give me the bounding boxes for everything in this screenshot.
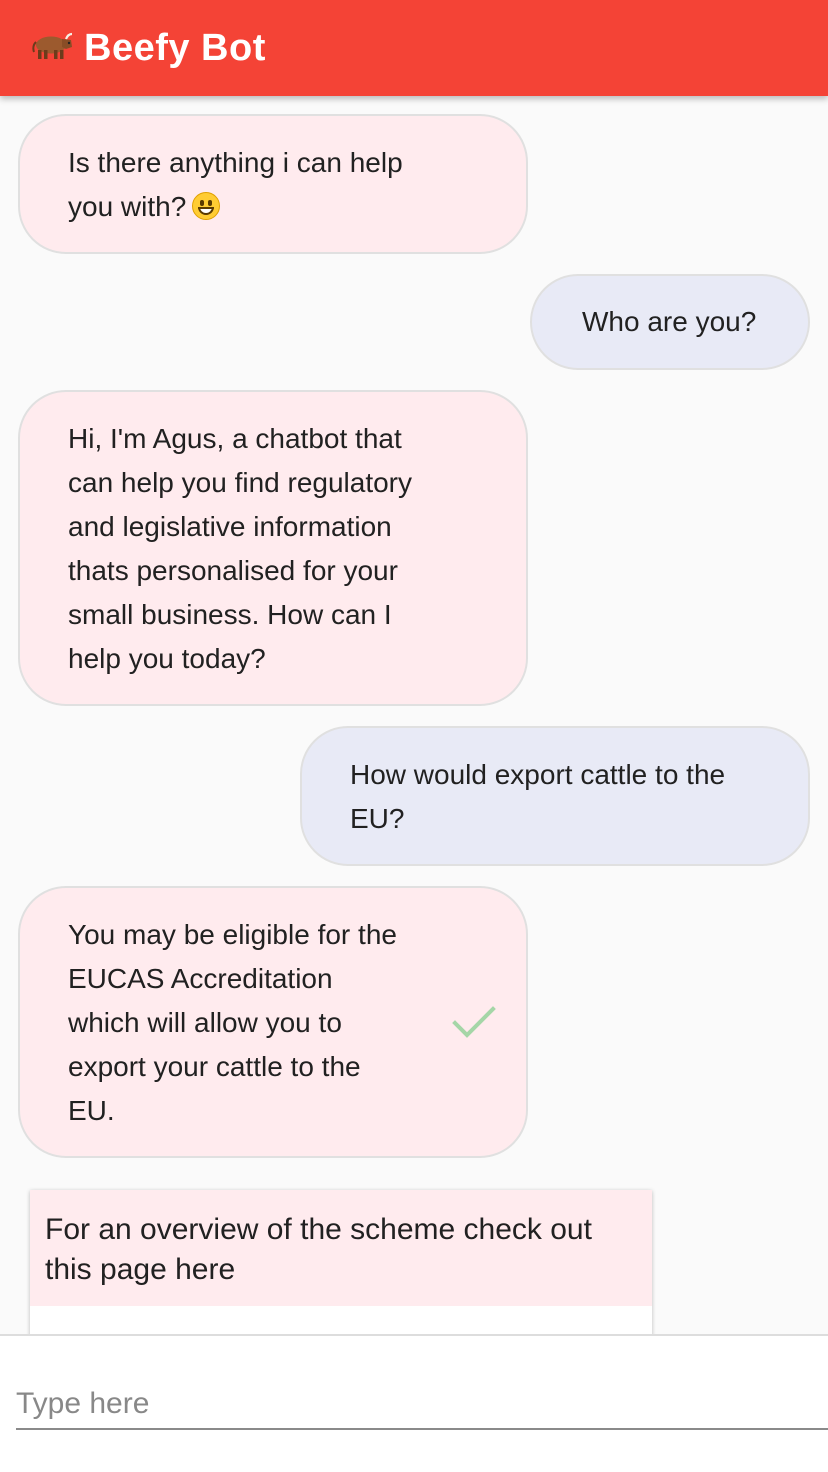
- check-icon: [452, 1005, 496, 1039]
- link-card-text: For an overview of the scheme check out …: [30, 1190, 652, 1306]
- app-title: Beefy Bot: [32, 24, 266, 72]
- message-line: which will allow you to: [68, 1007, 342, 1038]
- message-line: help you today?: [68, 643, 266, 674]
- bot-message: Is there anything i can help you with?: [18, 114, 528, 254]
- cow-icon: [32, 27, 74, 70]
- link-card-line: For an overview of the scheme check out: [45, 1213, 592, 1246]
- bot-message: Hi, I'm Agus, a chatbot that can help yo…: [18, 390, 528, 706]
- message-composer: [0, 1334, 828, 1472]
- grinning-face-icon: [192, 192, 221, 220]
- app-bar: Beefy Bot: [0, 0, 828, 96]
- message-line: EU?: [350, 803, 405, 834]
- message-line: Is there anything i can help: [68, 147, 403, 178]
- bot-message: You may be eligible for the EUCAS Accred…: [18, 886, 528, 1158]
- link-card[interactable]: For an overview of the scheme check out …: [30, 1190, 652, 1334]
- message-line: small business. How can I: [68, 599, 392, 630]
- message-line: can help you find regulatory: [68, 467, 412, 498]
- message-line: thats personalised for your: [68, 555, 398, 586]
- app-title-text: Beefy Bot: [84, 26, 266, 69]
- user-message: How would export cattle to the EU?: [300, 726, 810, 866]
- message-input[interactable]: [16, 1380, 828, 1430]
- link-card-line: this page here: [45, 1253, 236, 1286]
- message-line: How would export cattle to the: [350, 759, 726, 790]
- message-line: Hi, I'm Agus, a chatbot that: [68, 423, 402, 454]
- chat-list[interactable]: Is there anything i can help you with? W…: [0, 96, 828, 1334]
- user-message: Who are you?: [530, 274, 810, 370]
- message-line: you with?: [68, 185, 486, 229]
- message-line: EUCAS Accreditation: [68, 963, 333, 994]
- message-line: You may be eligible for the: [68, 919, 397, 950]
- message-line: and legislative information: [68, 511, 392, 542]
- message-line: Who are you?: [582, 306, 757, 337]
- message-line: EU.: [68, 1095, 115, 1126]
- message-line: export your cattle to the: [68, 1051, 361, 1082]
